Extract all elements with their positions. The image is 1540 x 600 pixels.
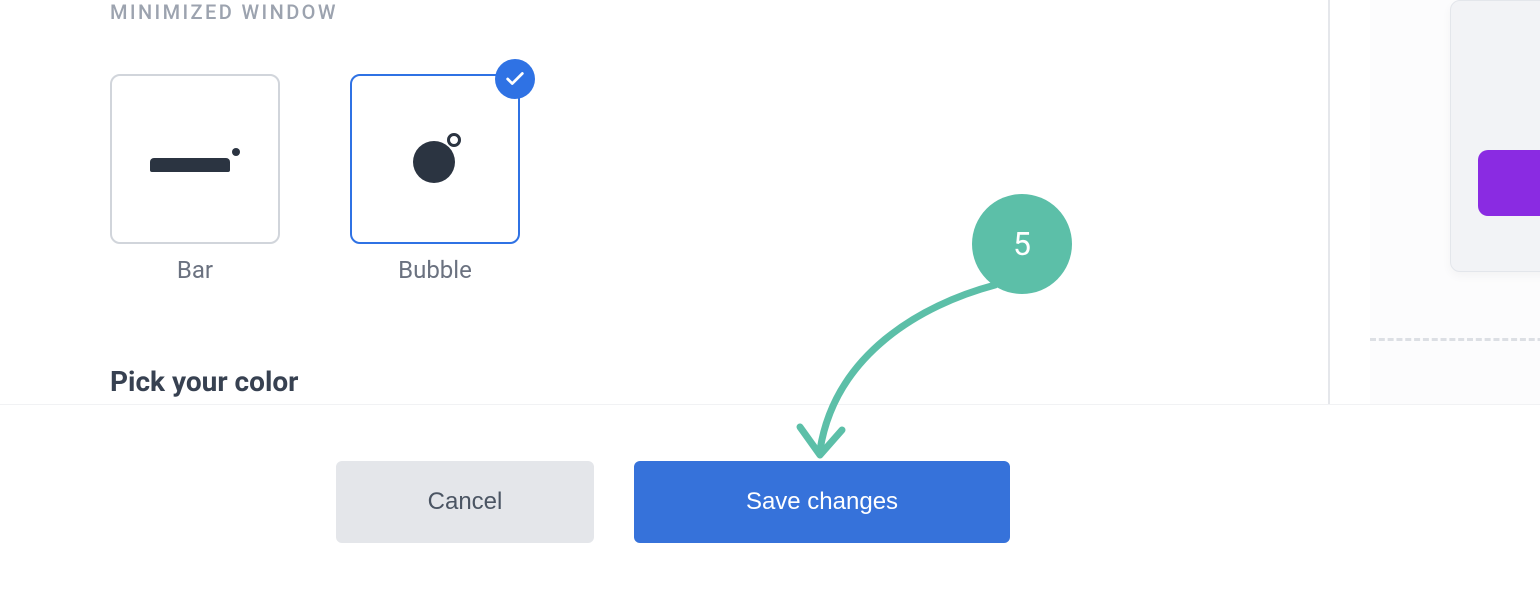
option-label: Bar — [177, 256, 213, 284]
settings-panel: MINIMIZED WINDOW Bar — [40, 0, 1330, 404]
option-bar[interactable]: Bar — [110, 74, 280, 284]
check-icon — [495, 59, 535, 99]
preview-card — [1450, 0, 1540, 272]
option-label: Bubble — [398, 256, 472, 284]
minimized-window-options: Bar Bubble — [110, 74, 1328, 284]
divider — [1370, 338, 1540, 341]
section-label: MINIMIZED WINDOW — [110, 0, 1328, 24]
color-section-heading: Pick your color — [110, 365, 298, 398]
bubble-icon — [409, 133, 461, 185]
tutorial-step-badge: 5 — [972, 194, 1072, 294]
cancel-button[interactable]: Cancel — [336, 461, 594, 543]
color-swatch-purple — [1478, 150, 1540, 216]
option-box-bar[interactable] — [110, 74, 280, 244]
footer-bar: Cancel Save changes — [0, 404, 1540, 600]
option-bubble[interactable]: Bubble — [350, 74, 520, 284]
option-box-bubble[interactable] — [350, 74, 520, 244]
bar-icon — [150, 146, 240, 172]
